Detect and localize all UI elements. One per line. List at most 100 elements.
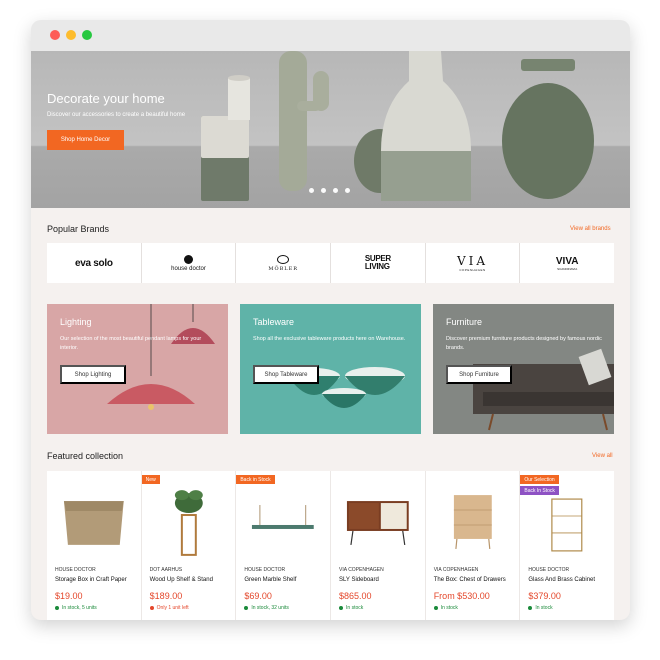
storage-box-image (63, 501, 124, 545)
product-price: $379.00 (528, 591, 561, 601)
category-card-furniture[interactable]: Furniture Discover premium furniture pro… (433, 304, 614, 434)
super-living-logo: SUPER LIVING (365, 255, 391, 270)
mobler-icon (277, 254, 290, 264)
lighting-description: Our selection of the most beautiful pend… (60, 336, 202, 351)
brands-row: eva solo house doctor MÖBLER SUPER LIVIN… (47, 243, 614, 283)
via-sub: COPENHAGEN (459, 268, 486, 272)
carousel-dot-4[interactable] (345, 188, 350, 193)
glass-cabinet-image (551, 498, 583, 552)
product-name[interactable]: Wood Up Shelf & Stand (150, 577, 213, 583)
product-card[interactable]: Back in Stock HOUSE DOCTOR Green Marble … (236, 471, 332, 620)
brand-mobler[interactable]: MÖBLER (236, 243, 332, 283)
popular-brands-title: Popular Brands (47, 224, 110, 234)
stock-label: Only 1 unit left (156, 605, 189, 611)
shop-lighting-button[interactable]: Shop Lighting (60, 365, 126, 384)
via-logo: VIA COPENHAGEN (457, 254, 488, 272)
super-living-line2: LIVING (364, 262, 390, 271)
stock-dot-icon (528, 606, 533, 610)
stock-status: In stock (339, 605, 363, 611)
brand-viva[interactable]: VIVA SCANDINAVIA (520, 243, 614, 283)
product-name[interactable]: Green Marble Shelf (244, 577, 296, 583)
hero-banner: Decorate your home Discover our accessor… (31, 51, 630, 208)
product-card[interactable]: HOUSE DOCTOR Storage Box in Craft Paper … (47, 471, 142, 620)
tableware-title: Tableware (253, 317, 295, 327)
eva-solo-logo: eva solo (75, 257, 113, 269)
hero-title: Decorate your home (47, 91, 165, 106)
product-price: From $530.00 (433, 591, 490, 601)
product-price: $189.00 (149, 591, 183, 601)
carousel-dot-2[interactable] (321, 188, 326, 193)
chest-of-drawers-image (453, 495, 492, 549)
furniture-title: Furniture (446, 317, 483, 327)
maximize-window-dot[interactable] (82, 30, 92, 40)
product-name[interactable]: Glass And Brass Cabinet (528, 577, 595, 583)
product-name[interactable]: Storage Box in Craft Paper (55, 577, 127, 583)
house-doctor-logo: house doctor (171, 254, 206, 272)
product-card[interactable]: New DOT AARHUS Wood Up Shelf & Stand $18… (141, 471, 237, 620)
shop-furniture-button[interactable]: Shop Furniture (446, 365, 512, 384)
product-brand: HOUSE DOCTOR (528, 567, 570, 573)
product-price: $865.00 (339, 591, 372, 601)
stock-label: In stock (440, 605, 458, 611)
stock-status: In stock (433, 605, 458, 611)
lighting-title: Lighting (60, 317, 92, 327)
product-brand: VIA COPENHAGEN (433, 567, 479, 573)
viva-logo: VIVA SCANDINAVIA (556, 256, 579, 271)
minimize-window-dot[interactable] (66, 30, 76, 40)
sideboard-image (346, 501, 409, 545)
stock-label: In stock, 5 units (62, 605, 97, 611)
brand-house-doctor[interactable]: house doctor (142, 243, 237, 283)
stock-status: In stock, 5 units (55, 605, 97, 611)
house-doctor-label: house doctor (171, 265, 206, 272)
stock-dot-icon (433, 606, 438, 610)
furniture-description: Discover premium furniture products desi… (446, 336, 602, 351)
viva-label: VIVA (555, 255, 579, 267)
product-name[interactable]: SLY Sideboard (339, 577, 379, 583)
product-name[interactable]: The Box: Chest of Drawers (434, 577, 506, 583)
view-all-brands-link[interactable]: View all brands (570, 226, 611, 232)
product-brand: VIA COPENHAGEN (339, 567, 384, 573)
via-label: VIA (456, 254, 489, 268)
close-window-dot[interactable] (50, 30, 60, 40)
product-card[interactable]: Our Selection Back In Stock HOUSE DOCTOR… (520, 471, 614, 620)
hero-subtitle: Discover our accessories to create a bea… (47, 112, 186, 118)
tableware-description: Shop all the exclusive tableware product… (253, 336, 406, 342)
stock-label: In stock, 32 units (251, 605, 289, 611)
stock-label: In stock (346, 605, 364, 611)
viva-sub: SCANDINAVIA (557, 266, 578, 271)
product-price: $69.00 (244, 591, 272, 601)
product-price: $19.00 (55, 591, 83, 601)
house-doctor-icon (184, 254, 193, 264)
featured-collection-title: Featured collection (47, 451, 124, 461)
stock-status: Only 1 unit left (149, 605, 189, 611)
carousel-dots (309, 188, 350, 193)
category-card-lighting[interactable]: Lighting Our selection of the most beaut… (47, 304, 228, 434)
mobler-logo: MÖBLER (268, 254, 298, 272)
shop-home-decor-button[interactable]: Shop Home Decor (47, 130, 124, 150)
featured-products-row: HOUSE DOCTOR Storage Box in Craft Paper … (47, 471, 614, 620)
shop-tableware-button[interactable]: Shop Tableware (253, 365, 319, 384)
category-card-tableware[interactable]: Tableware Shop all the exclusive tablewa… (240, 304, 421, 434)
stock-dot-icon (339, 606, 344, 610)
stock-dot-icon (244, 606, 249, 610)
mobler-label: MÖBLER (268, 265, 298, 272)
stock-status: In stock (528, 605, 553, 611)
product-brand: HOUSE DOCTOR (55, 567, 96, 573)
marble-shelf-image (252, 505, 315, 529)
brand-via-copenhagen[interactable]: VIA COPENHAGEN (426, 243, 521, 283)
stock-dot-icon (149, 606, 154, 610)
stock-dot-icon (55, 606, 59, 610)
product-brand: DOT AARHUS (149, 567, 183, 573)
product-card[interactable]: VIA COPENHAGEN The Box: Chest of Drawers… (426, 471, 521, 620)
product-brand: HOUSE DOCTOR (244, 567, 286, 573)
product-card[interactable]: VIA COPENHAGEN SLY Sideboard $865.00 In … (331, 471, 426, 620)
window-titlebar (31, 20, 630, 51)
carousel-dot-1[interactable] (309, 188, 314, 193)
view-all-featured-link[interactable]: View all (592, 453, 613, 459)
carousel-dot-3[interactable] (333, 188, 338, 193)
stock-label: In stock (535, 605, 553, 611)
brand-super-living[interactable]: SUPER LIVING (331, 243, 426, 283)
wood-shelf-image (174, 490, 203, 556)
brand-eva-solo[interactable]: eva solo (47, 243, 142, 283)
stock-status: In stock, 32 units (244, 605, 289, 611)
